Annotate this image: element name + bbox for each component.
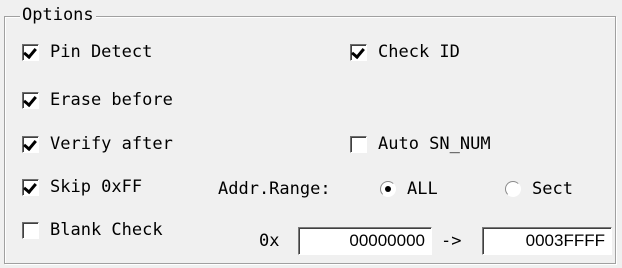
address-arrow: ->	[441, 231, 462, 251]
skip-0xff-check-mark[interactable]	[22, 178, 39, 196]
addr-range-all-radio[interactable]: ALL	[380, 176, 438, 202]
addr-range-sect-radio-dot[interactable]	[505, 181, 521, 197]
auto-sn-num-check-box[interactable]	[350, 135, 367, 153]
skip-0xff-checkbox[interactable]: Skip 0xFF	[22, 174, 142, 200]
pin-detect-label: Pin Detect	[50, 42, 153, 62]
end-address-input[interactable]: 0003FFFF	[482, 227, 612, 255]
options-group-title: Options	[20, 5, 96, 25]
addr-range-sect-radio[interactable]: Sect	[505, 176, 573, 202]
erase-before-label: Erase before	[50, 90, 173, 110]
blank-check-check-box[interactable]	[22, 221, 39, 239]
addr-range-label: Addr.Range:	[218, 179, 331, 199]
auto-sn-num-label: Auto SN_NUM	[378, 134, 491, 154]
check-id-label: Check ID	[378, 42, 460, 62]
auto-sn-num-checkbox[interactable]: Auto SN_NUM	[350, 131, 491, 157]
erase-before-check-mark[interactable]	[22, 91, 39, 109]
address-prefix: 0x	[259, 231, 280, 251]
pin-detect-check-mark[interactable]	[22, 43, 39, 61]
blank-check-checkbox[interactable]: Blank Check	[22, 217, 163, 243]
erase-before-checkbox[interactable]: Erase before	[22, 87, 173, 113]
blank-check-label: Blank Check	[50, 220, 163, 240]
addr-range-all-radio-dot[interactable]	[380, 181, 396, 197]
start-address-input[interactable]: 00000000	[298, 227, 432, 255]
pin-detect-checkbox[interactable]: Pin Detect	[22, 39, 152, 65]
addr-range-sect-label: Sect	[532, 179, 573, 199]
check-id-check-mark[interactable]	[350, 43, 367, 61]
check-id-checkbox[interactable]: Check ID	[350, 39, 460, 65]
verify-after-label: Verify after	[50, 134, 173, 154]
verify-after-check-mark[interactable]	[22, 135, 39, 153]
skip-0xff-label: Skip 0xFF	[50, 177, 143, 197]
verify-after-checkbox[interactable]: Verify after	[22, 131, 173, 157]
addr-range-all-label: ALL	[407, 179, 438, 199]
